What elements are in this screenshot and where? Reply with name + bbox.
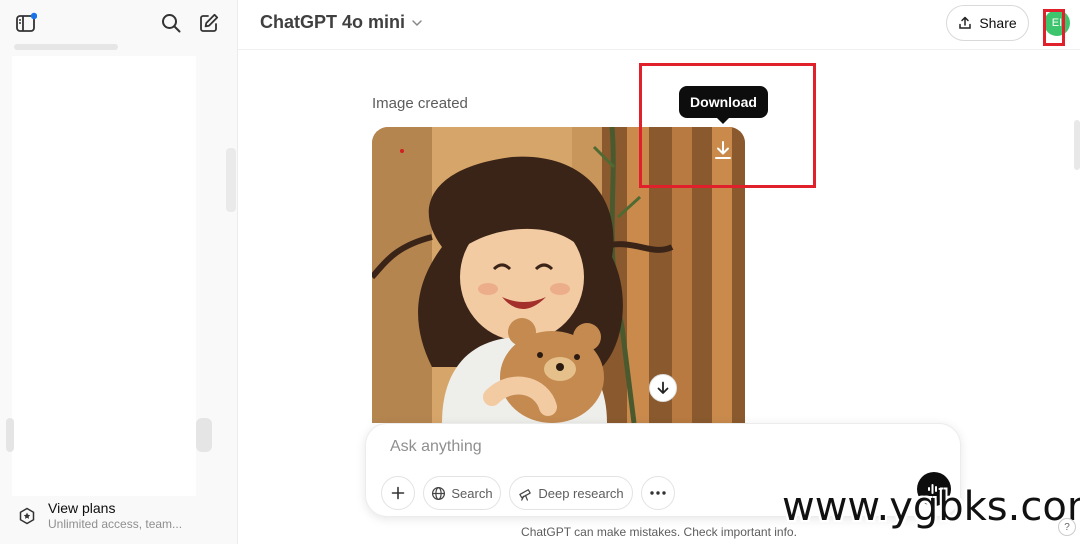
scroll-down-button[interactable] <box>649 374 677 402</box>
sidebar-scrollbar[interactable] <box>226 148 236 212</box>
search-label: Search <box>451 485 493 501</box>
more-options-button[interactable] <box>641 476 675 510</box>
share-icon <box>958 16 972 30</box>
more-icon <box>650 491 666 495</box>
plans-title: View plans <box>48 500 116 516</box>
search-button[interactable]: Search <box>423 476 501 510</box>
chat-history-list[interactable] <box>12 56 196 496</box>
model-name: ChatGPT 4o mini <box>260 12 406 32</box>
header-bar: ChatGPT 4o mini Share EI <box>238 0 1080 50</box>
image-created-label: Image created <box>372 95 468 112</box>
attach-button[interactable] <box>381 476 415 510</box>
sidebar-toggle-icon[interactable] <box>12 9 40 37</box>
new-chat-icon[interactable] <box>195 9 223 37</box>
chat-history-faded-label <box>14 44 118 50</box>
download-highlight-box <box>639 63 816 188</box>
watermark: www.ygbks.com <box>782 484 1080 530</box>
main-scrollbar[interactable] <box>1074 120 1080 170</box>
share-button[interactable]: Share <box>946 5 1029 41</box>
model-selector[interactable]: ChatGPT 4o mini <box>260 12 423 33</box>
sidebar-scroll-handle[interactable] <box>196 418 212 452</box>
deep-research-label: Deep research <box>538 485 624 501</box>
share-label: Share <box>979 15 1017 31</box>
plus-icon <box>391 486 405 500</box>
view-plans-button[interactable]: View plans Unlimited access, team... <box>12 496 232 536</box>
help-button[interactable]: ? <box>1058 518 1076 536</box>
plans-icon <box>12 501 42 531</box>
plans-subtitle: Unlimited access, team... <box>48 517 183 531</box>
avatar-highlight-box <box>1043 9 1065 46</box>
chevron-down-icon <box>411 17 423 29</box>
sidebar: View plans Unlimited access, team... <box>0 0 238 544</box>
globe-icon <box>432 486 446 500</box>
telescope-icon <box>519 488 532 501</box>
sidebar-scroll-handle-left <box>6 418 14 452</box>
search-icon[interactable] <box>157 9 185 37</box>
deep-research-button[interactable]: Deep research <box>509 476 633 510</box>
ask-input[interactable] <box>390 436 790 458</box>
